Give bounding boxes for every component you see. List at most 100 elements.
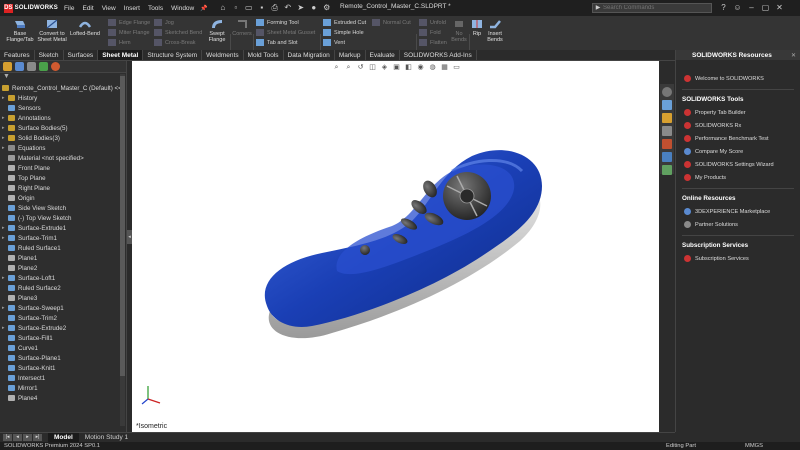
tree-item[interactable]: Origin — [2, 193, 126, 203]
fold-button[interactable]: Fold — [419, 28, 441, 37]
tab-evaluate[interactable]: Evaluate — [366, 50, 400, 60]
tree-root[interactable]: Remote_Control_Master_C (Default) << — [2, 83, 126, 93]
remote-button[interactable] — [360, 245, 370, 255]
dpad-center[interactable] — [459, 188, 475, 204]
tree-item[interactable]: Ruled Surface2 — [2, 283, 126, 293]
restore-icon[interactable]: ▢ — [760, 2, 771, 13]
display-manager-tab-icon[interactable] — [51, 62, 60, 71]
select-icon[interactable]: ➤ — [296, 3, 306, 13]
tree-item[interactable]: ▸ Surface-Extrude2 — [2, 323, 126, 333]
tree-item[interactable]: Plane2 — [2, 263, 126, 273]
tree-item[interactable]: Side View Sketch — [2, 203, 126, 213]
solidworks-rx-link[interactable]: SOLIDWORKS Rx — [682, 119, 800, 132]
home-icon[interactable]: ⌂ — [218, 3, 228, 13]
cross-break-button[interactable]: Cross-Break — [154, 38, 196, 47]
welcome-link[interactable]: Welcome to SOLIDWORKS — [682, 72, 800, 85]
marketplace-link[interactable]: 3DEXPERIENCE Marketplace — [682, 205, 800, 218]
prev-tab-icon[interactable]: ◂ — [13, 434, 22, 441]
tree-item[interactable]: Surface-Knit1 — [2, 363, 126, 373]
edge-flange-button[interactable]: Edge Flange — [108, 18, 150, 27]
tree-item[interactable]: ▸ Surface-Trim1 — [2, 233, 126, 243]
benchmark-test-link[interactable]: Performance Benchmark Test — [682, 132, 800, 145]
tree-item[interactable]: (-) Top View Sketch — [2, 213, 126, 223]
menu-tools[interactable]: Tools — [148, 5, 163, 12]
tree-item[interactable]: Curve1 — [2, 343, 126, 353]
filter-icon[interactable]: ▼ — [0, 73, 126, 83]
tree-item[interactable]: ▸ Annotations — [2, 113, 126, 123]
tab-markup[interactable]: Markup — [335, 50, 366, 60]
file-explorer-icon[interactable] — [662, 113, 672, 123]
settings-wizard-link[interactable]: SOLIDWORKS Settings Wizard — [682, 158, 800, 171]
tree-item[interactable]: ▸ Surface-Loft1 — [2, 273, 126, 283]
tree-scrollbar[interactable] — [120, 74, 125, 426]
minimize-icon[interactable]: – — [746, 2, 757, 13]
tree-item[interactable]: Front Plane — [2, 163, 126, 173]
tab-sketch[interactable]: Sketch — [35, 50, 64, 60]
open-icon[interactable]: ▭ — [244, 3, 254, 13]
help-icon[interactable]: ? — [718, 2, 729, 13]
normal-cut-button[interactable]: Normal Cut — [372, 18, 411, 27]
base-flange-button[interactable]: Base Flange/Tab — [4, 18, 36, 43]
tab-weldments[interactable]: Weldments — [202, 50, 244, 60]
property-manager-tab-icon[interactable] — [15, 62, 24, 71]
edit-appearance-icon[interactable]: ◍ — [428, 63, 437, 72]
insert-bends-button[interactable]: Insert Bends — [484, 18, 506, 43]
pin-icon[interactable]: 📌 — [200, 5, 207, 12]
custom-properties-icon[interactable] — [662, 152, 672, 162]
menu-file[interactable]: File — [64, 5, 74, 12]
tab-sheet-metal[interactable]: Sheet Metal — [98, 50, 144, 60]
simple-hole-button[interactable]: Simple Hole — [323, 28, 364, 37]
tab-data-migration[interactable]: Data Migration — [284, 50, 335, 60]
unfold-button[interactable]: Unfold — [419, 18, 446, 27]
corners-button[interactable]: Corners — [231, 18, 253, 37]
section-view-icon[interactable]: ◫ — [368, 63, 377, 72]
tree-item[interactable]: Surface-Trim2 — [2, 313, 126, 323]
tree-item[interactable]: ▸ Equations — [2, 143, 126, 153]
tree-item[interactable]: ▸ Surface-Sweep1 — [2, 303, 126, 313]
configuration-manager-tab-icon[interactable] — [27, 62, 36, 71]
lofted-bend-button[interactable]: Lofted-Bend — [68, 18, 102, 37]
sheet-metal-gusset-button[interactable]: Sheet Metal Gusset — [256, 28, 315, 37]
flatten-button[interactable]: Flatten — [419, 38, 447, 47]
user-icon[interactable]: ☺ — [732, 2, 743, 13]
resources-tab-icon[interactable] — [662, 87, 672, 97]
tab-and-slot-button[interactable]: Tab and Slot — [256, 38, 298, 47]
partner-solutions-link[interactable]: Partner Solutions — [682, 218, 800, 231]
menu-window[interactable]: Window — [171, 5, 194, 12]
compare-score-link[interactable]: Compare My Score — [682, 145, 800, 158]
extruded-cut-button[interactable]: Extruded Cut — [323, 18, 366, 27]
close-icon[interactable]: ✕ — [774, 2, 785, 13]
view-settings-icon[interactable]: ▭ — [452, 63, 461, 72]
tree-item[interactable]: Sensors — [2, 103, 126, 113]
tree-item[interactable]: Ruled Surface1 — [2, 243, 126, 253]
tree-item[interactable]: Surface-Fill1 — [2, 333, 126, 343]
apply-scene-icon[interactable]: ▦ — [440, 63, 449, 72]
convert-sheet-metal-button[interactable]: Convert to Sheet Metal — [36, 18, 68, 43]
tree-item[interactable]: Intersect1 — [2, 373, 126, 383]
tree-item[interactable]: Mirror1 — [2, 383, 126, 393]
menu-insert[interactable]: Insert — [124, 5, 140, 12]
hide-show-items-icon[interactable]: ◉ — [416, 63, 425, 72]
property-tab-builder-link[interactable]: Property Tab Builder — [682, 106, 800, 119]
zoom-area-icon[interactable]: ⌕ — [344, 63, 353, 72]
graphics-area[interactable]: ⌕ ⌕ ↺ ◫ ◈ ▣ ◧ ◉ ◍ ▦ ▭ *Isometric — [132, 61, 659, 432]
menu-edit[interactable]: Edit — [82, 5, 93, 12]
tab-solidworks-addins[interactable]: SOLIDWORKS Add-Ins — [400, 50, 477, 60]
sketched-bend-button[interactable]: Sketched Bend — [154, 28, 202, 37]
print-icon[interactable]: ⎙ — [270, 3, 280, 13]
forming-tool-button[interactable]: Forming Tool — [256, 18, 299, 27]
tree-item[interactable]: Material <not specified> — [2, 153, 126, 163]
jog-button[interactable]: Jog — [154, 18, 174, 27]
zoom-to-fit-icon[interactable]: ⌕ — [332, 63, 341, 72]
dynamic-annotation-icon[interactable]: ◈ — [380, 63, 389, 72]
tree-item[interactable]: Right Plane — [2, 183, 126, 193]
tab-surfaces[interactable]: Surfaces — [64, 50, 99, 60]
scrollbar-thumb[interactable] — [120, 76, 125, 376]
design-library-icon[interactable] — [662, 100, 672, 110]
rebuild-icon[interactable]: ● — [309, 3, 319, 13]
swept-flange-button[interactable]: Swept Flange — [204, 18, 230, 43]
tab-motion-study-1[interactable]: Motion Study 1 — [79, 433, 134, 442]
save-icon[interactable]: ▪ — [257, 3, 267, 13]
hem-button[interactable]: Hem — [108, 38, 131, 47]
next-tab-icon[interactable]: ▸ — [23, 434, 32, 441]
